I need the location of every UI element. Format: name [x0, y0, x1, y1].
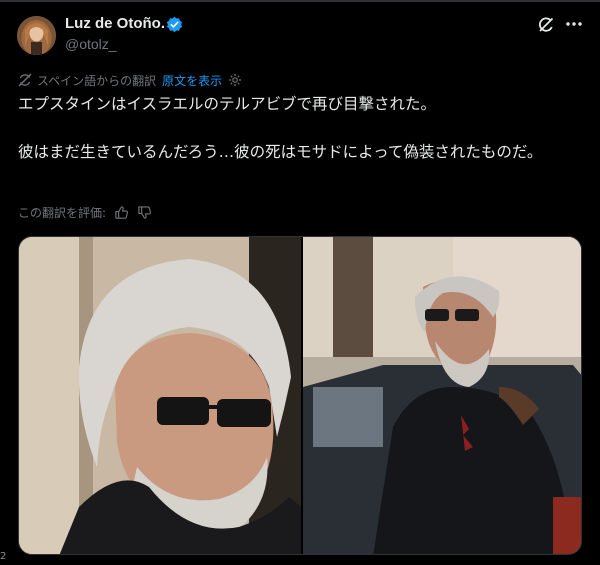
translation-note: スペイン語からの翻訳 — [37, 73, 157, 88]
top-divider — [0, 0, 600, 2]
page-number: 2 — [0, 551, 7, 562]
author-handle[interactable]: @otolz_ — [65, 36, 117, 52]
post-media[interactable] — [18, 236, 582, 555]
translate-icon — [18, 73, 32, 87]
more-icon[interactable] — [564, 14, 584, 34]
photo-left[interactable] — [19, 237, 301, 554]
author-name[interactable]: Luz de Otoño. — [65, 15, 165, 32]
show-original-link[interactable]: 原文を表示 — [162, 72, 222, 89]
avatar[interactable] — [17, 16, 56, 55]
rate-translation-label: この翻訳を評価: — [18, 205, 107, 220]
thumbs-down-icon[interactable] — [137, 205, 152, 220]
rate-translation-bar: この翻訳を評価: — [18, 203, 152, 221]
gear-icon[interactable] — [228, 73, 242, 87]
translation-bar: スペイン語からの翻訳 原文を表示 — [18, 71, 242, 89]
verified-badge-icon — [166, 16, 183, 33]
grok-icon[interactable] — [536, 15, 556, 35]
thumbs-up-icon[interactable] — [114, 205, 129, 220]
post-text: エプスタインはイスラエルのテルアビブで再び目撃された。 彼はまだ生きているんだろ… — [18, 95, 543, 161]
photo-right[interactable] — [303, 237, 581, 554]
